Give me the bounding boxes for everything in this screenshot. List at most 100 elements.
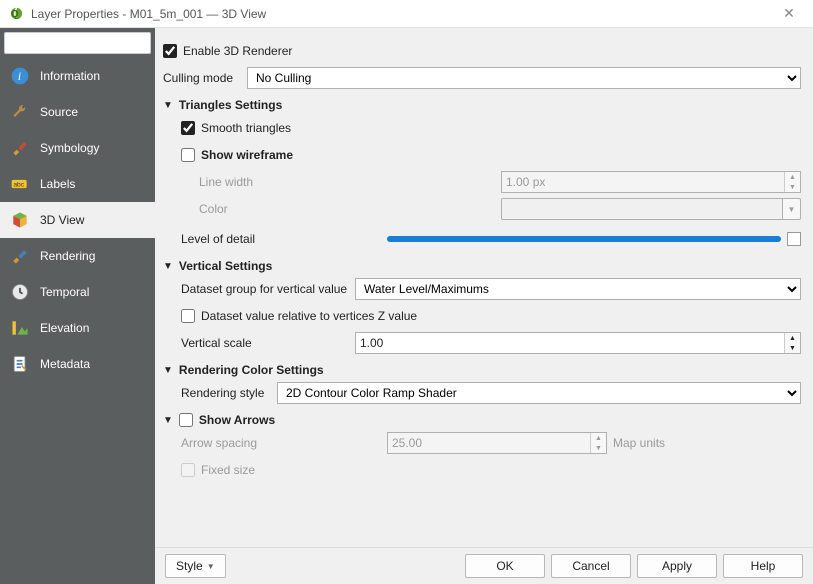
sidebar-item-label: Temporal [40, 285, 89, 299]
sidebar-item-label: Symbology [40, 141, 99, 155]
sidebar-item-metadata[interactable]: Metadata [0, 346, 155, 382]
elevation-icon [10, 318, 30, 338]
button-label: Cancel [572, 559, 609, 573]
triangles-section-header[interactable]: ▼ Triangles Settings [163, 98, 801, 112]
vertical-scale-spinbox[interactable]: 1.00 ▲▼ [355, 332, 801, 354]
arrow-spacing-label: Arrow spacing [181, 436, 381, 450]
smooth-triangles-checkbox[interactable] [181, 121, 195, 135]
sidebar-item-rendering[interactable]: Rendering [0, 238, 155, 274]
search-input[interactable] [9, 36, 164, 50]
wrench-icon [10, 102, 30, 122]
arrow-spacing-value: 25.00 [392, 436, 590, 450]
sidebar-item-3dview[interactable]: 3D View [0, 202, 155, 238]
sidebar-item-label: Labels [40, 177, 75, 191]
lod-label: Level of detail [181, 232, 381, 246]
rendering-icon [10, 246, 30, 266]
sidebar: i Information Source Symbology abc Label… [0, 28, 155, 584]
fixed-size-label: Fixed size [201, 463, 255, 477]
vertical-scale-value: 1.00 [360, 336, 784, 350]
sidebar-item-label: 3D View [40, 213, 84, 227]
cancel-button[interactable]: Cancel [551, 554, 631, 578]
smooth-triangles-label: Smooth triangles [201, 121, 291, 135]
rendering-style-select[interactable]: 2D Contour Color Ramp Shader [277, 382, 801, 404]
sidebar-item-source[interactable]: Source [0, 94, 155, 130]
enable-3d-label: Enable 3D Renderer [183, 44, 292, 58]
section-title: Show Arrows [199, 413, 275, 427]
spin-up-icon: ▲ [785, 172, 800, 182]
line-width-label: Line width [199, 175, 299, 189]
dataset-group-label: Dataset group for vertical value [181, 282, 349, 296]
help-button[interactable]: Help [723, 554, 803, 578]
relative-z-checkbox[interactable] [181, 309, 195, 323]
sidebar-item-information[interactable]: i Information [0, 58, 155, 94]
sidebar-item-label: Information [40, 69, 100, 83]
window-title: Layer Properties - M01_5m_001 — 3D View [31, 7, 773, 21]
sidebar-item-symbology[interactable]: Symbology [0, 130, 155, 166]
sidebar-search[interactable] [4, 32, 151, 54]
sidebar-item-temporal[interactable]: Temporal [0, 274, 155, 310]
culling-mode-label: Culling mode [163, 71, 241, 85]
sidebar-item-label: Metadata [40, 357, 90, 371]
arrow-spacing-unit: Map units [613, 436, 665, 450]
sidebar-item-label: Rendering [40, 249, 95, 263]
relative-z-label: Dataset value relative to vertices Z val… [201, 309, 417, 323]
app-icon: Q [8, 5, 25, 22]
svg-text:i: i [18, 70, 21, 83]
ok-button[interactable]: OK [465, 554, 545, 578]
lod-slider[interactable] [387, 236, 781, 242]
close-icon[interactable]: ✕ [773, 5, 805, 22]
fixed-size-checkbox [181, 463, 195, 477]
spin-down-icon: ▼ [785, 182, 800, 192]
button-label: OK [496, 559, 513, 573]
content-panel: Enable 3D Renderer Culling mode No Culli… [155, 28, 813, 584]
vertical-section-header[interactable]: ▼ Vertical Settings [163, 259, 801, 273]
section-title: Triangles Settings [179, 98, 282, 112]
cube-icon [10, 210, 30, 230]
chevron-down-icon: ▼ [163, 415, 173, 426]
spin-down-icon[interactable]: ▼ [785, 343, 800, 353]
arrows-section-header[interactable]: ▼ Show Arrows [163, 413, 801, 427]
sidebar-item-labels[interactable]: abc Labels [0, 166, 155, 202]
spin-down-icon: ▼ [591, 443, 606, 453]
clock-icon [10, 282, 30, 302]
metadata-icon [10, 354, 30, 374]
info-icon: i [10, 66, 30, 86]
chevron-down-icon: ▼ [163, 261, 173, 272]
wireframe-color-swatch [501, 198, 783, 220]
chevron-down-icon: ▼ [207, 562, 215, 571]
dialog-footer: Style ▼ OK Cancel Apply Help [155, 547, 813, 584]
svg-text:abc: abc [13, 182, 24, 189]
button-label: Apply [662, 559, 692, 573]
apply-button[interactable]: Apply [637, 554, 717, 578]
sidebar-item-label: Elevation [40, 321, 89, 335]
spin-up-icon[interactable]: ▲ [785, 333, 800, 343]
culling-mode-select[interactable]: No Culling [247, 67, 801, 89]
show-wireframe-label: Show wireframe [201, 148, 293, 162]
wireframe-color-label: Color [199, 202, 299, 216]
spin-up-icon: ▲ [591, 433, 606, 443]
labels-icon: abc [10, 174, 30, 194]
button-label: Style [176, 559, 203, 573]
vertical-scale-label: Vertical scale [181, 336, 349, 350]
titlebar: Q Layer Properties - M01_5m_001 — 3D Vie… [0, 0, 813, 28]
wireframe-color-dropdown: ▼ [783, 198, 801, 220]
svg-text:Q: Q [11, 9, 19, 20]
show-wireframe-checkbox[interactable] [181, 148, 195, 162]
line-width-spinbox: 1.00 px ▲▼ [501, 171, 801, 193]
line-width-value: 1.00 px [506, 175, 784, 189]
style-button[interactable]: Style ▼ [165, 554, 226, 578]
chevron-down-icon: ▼ [163, 100, 173, 111]
chevron-down-icon: ▼ [163, 365, 173, 376]
section-title: Vertical Settings [179, 259, 272, 273]
brush-icon [10, 138, 30, 158]
enable-3d-checkbox[interactable] [163, 44, 177, 58]
sidebar-item-label: Source [40, 105, 78, 119]
section-title: Rendering Color Settings [179, 363, 324, 377]
dataset-group-select[interactable]: Water Level/Maximums [355, 278, 801, 300]
rendercolor-section-header[interactable]: ▼ Rendering Color Settings [163, 363, 801, 377]
show-arrows-checkbox[interactable] [179, 413, 193, 427]
button-label: Help [751, 559, 776, 573]
rendering-style-label: Rendering style [181, 386, 271, 400]
sidebar-item-elevation[interactable]: Elevation [0, 310, 155, 346]
lod-max-indicator [787, 232, 801, 246]
